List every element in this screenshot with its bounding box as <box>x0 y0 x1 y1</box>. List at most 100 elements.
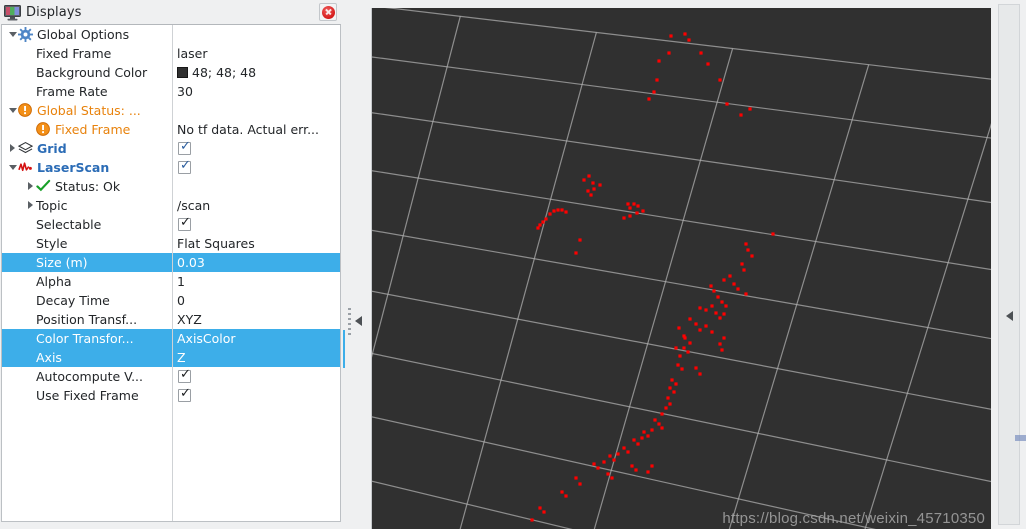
tree-row[interactable]: Use Fixed Frame <box>2 386 340 405</box>
collapse-left-arrow-icon[interactable] <box>1006 311 1013 321</box>
color-swatch[interactable] <box>177 67 188 78</box>
expand-arrow-icon[interactable] <box>26 348 36 367</box>
property-value-cell[interactable] <box>177 367 340 386</box>
expand-arrow-icon[interactable] <box>8 101 18 120</box>
property-name-cell[interactable]: Color Transfor... <box>2 329 172 348</box>
property-value-cell[interactable]: No tf data. Actual err... <box>177 120 340 139</box>
property-value-cell[interactable]: Flat Squares <box>177 234 340 253</box>
property-value-cell[interactable]: 30 <box>177 82 340 101</box>
column-divider[interactable] <box>172 25 173 521</box>
property-value[interactable]: AxisColor <box>177 329 236 348</box>
tree-row[interactable]: Autocompute V... <box>2 367 340 386</box>
tree-row[interactable]: Fixed Frame No tf data. Actual err... <box>2 120 340 139</box>
property-name-cell[interactable]: LaserScan <box>2 158 172 177</box>
expand-arrow-icon[interactable] <box>8 139 18 158</box>
tree-row[interactable]: Axis Z <box>2 348 340 367</box>
property-name-cell[interactable]: Fixed Frame <box>2 120 172 139</box>
property-name-cell[interactable]: Decay Time <box>2 291 172 310</box>
expand-arrow-icon[interactable] <box>26 310 36 329</box>
property-value[interactable]: Z <box>177 348 186 367</box>
tree-row[interactable]: Color Transfor... AxisColor <box>2 329 340 348</box>
property-value-cell[interactable] <box>177 139 340 158</box>
property-value[interactable]: 48; 48; 48 <box>192 63 256 82</box>
tree-row[interactable]: Selectable <box>2 215 340 234</box>
tree-row[interactable]: Alpha 1 <box>2 272 340 291</box>
property-value[interactable]: No tf data. Actual err... <box>177 120 319 139</box>
property-name-cell[interactable]: Grid <box>2 139 172 158</box>
expand-arrow-icon[interactable] <box>26 272 36 291</box>
tree-row[interactable]: Position Transf... XYZ <box>2 310 340 329</box>
property-name-cell[interactable]: Fixed Frame <box>2 44 172 63</box>
property-value-cell[interactable] <box>177 215 340 234</box>
property-value-cell[interactable] <box>177 158 340 177</box>
render-view-3d[interactable]: https://blog.csdn.net/weixin_45710350 <box>371 8 991 529</box>
property-name-cell[interactable]: Frame Rate <box>2 82 172 101</box>
property-value-cell[interactable]: 48; 48; 48 <box>177 63 340 82</box>
expand-arrow-icon[interactable] <box>8 25 18 44</box>
property-value[interactable]: 0 <box>177 291 185 310</box>
property-name-cell[interactable]: Global Options <box>2 25 172 44</box>
property-value-cell[interactable]: 0 <box>177 291 340 310</box>
property-value[interactable]: 0.03 <box>177 253 205 272</box>
expand-arrow-icon[interactable] <box>8 158 18 177</box>
expand-arrow-icon[interactable] <box>26 253 36 272</box>
expand-arrow-icon[interactable] <box>26 215 36 234</box>
close-button[interactable] <box>319 3 337 21</box>
tree-row[interactable]: Decay Time 0 <box>2 291 340 310</box>
property-name-cell[interactable]: Position Transf... <box>2 310 172 329</box>
expand-arrow-icon[interactable] <box>26 196 36 215</box>
property-value-cell[interactable]: /scan <box>177 196 340 215</box>
tree-row[interactable]: Fixed Frame laser <box>2 44 340 63</box>
tree-row[interactable]: Global Status: ... <box>2 101 340 120</box>
expand-arrow-icon[interactable] <box>26 291 36 310</box>
property-value-cell[interactable] <box>177 386 340 405</box>
property-value-cell[interactable]: 0.03 <box>177 253 340 272</box>
property-value-cell[interactable]: laser <box>177 44 340 63</box>
property-name-cell[interactable]: Status: Ok <box>2 177 172 196</box>
tree-row[interactable]: Size (m) 0.03 <box>2 253 340 272</box>
tree-row[interactable]: Status: Ok <box>2 177 340 196</box>
collapse-left-arrow-icon[interactable] <box>355 316 362 326</box>
left-splitter[interactable] <box>344 0 370 529</box>
tree-row[interactable]: Topic/scan <box>2 196 340 215</box>
property-name-cell[interactable]: Selectable <box>2 215 172 234</box>
property-value[interactable]: 30 <box>177 82 193 101</box>
property-checkbox[interactable] <box>178 386 191 402</box>
expand-arrow-icon[interactable] <box>26 82 36 101</box>
expand-arrow-icon[interactable] <box>26 177 36 196</box>
property-value-cell[interactable]: AxisColor <box>177 329 340 348</box>
enable-checkbox[interactable] <box>178 158 191 174</box>
expand-arrow-icon[interactable] <box>26 63 36 82</box>
expand-arrow-icon[interactable] <box>26 44 36 63</box>
right-splitter[interactable] <box>992 0 1026 529</box>
property-value-cell[interactable]: 1 <box>177 272 340 291</box>
expand-arrow-icon[interactable] <box>26 329 36 348</box>
displays-property-tree[interactable]: Global Options Fixed Frame laser Background… <box>1 24 341 522</box>
property-name-cell[interactable]: Style <box>2 234 172 253</box>
property-name-cell[interactable]: Alpha <box>2 272 172 291</box>
expand-arrow-icon[interactable] <box>26 120 36 139</box>
property-name-cell[interactable]: Topic <box>2 196 172 215</box>
expand-arrow-icon[interactable] <box>26 234 36 253</box>
property-value-cell[interactable]: XYZ <box>177 310 340 329</box>
expand-arrow-icon[interactable] <box>26 386 36 405</box>
property-value[interactable]: XYZ <box>177 310 202 329</box>
tree-row[interactable]: Grid <box>2 139 340 158</box>
expand-arrow-icon[interactable] <box>26 367 36 386</box>
property-name-cell[interactable]: Background Color <box>2 63 172 82</box>
property-value-cell[interactable] <box>177 25 340 44</box>
property-value[interactable]: laser <box>177 44 207 63</box>
property-value[interactable]: /scan <box>177 196 210 215</box>
property-value[interactable]: 1 <box>177 272 185 291</box>
property-value[interactable]: Flat Squares <box>177 234 255 253</box>
tree-row[interactable]: Background Color 48; 48; 48 <box>2 63 340 82</box>
property-name-cell[interactable]: Size (m) <box>2 253 172 272</box>
property-value-cell[interactable]: Z <box>177 348 340 367</box>
enable-checkbox[interactable] <box>178 139 191 155</box>
tree-row[interactable]: Global Options <box>2 25 340 44</box>
tree-row[interactable]: Frame Rate 30 <box>2 82 340 101</box>
tree-row[interactable]: Style Flat Squares <box>2 234 340 253</box>
property-name-cell[interactable]: Use Fixed Frame <box>2 386 172 405</box>
tree-row[interactable]: LaserScan <box>2 158 340 177</box>
property-checkbox[interactable] <box>178 367 191 383</box>
